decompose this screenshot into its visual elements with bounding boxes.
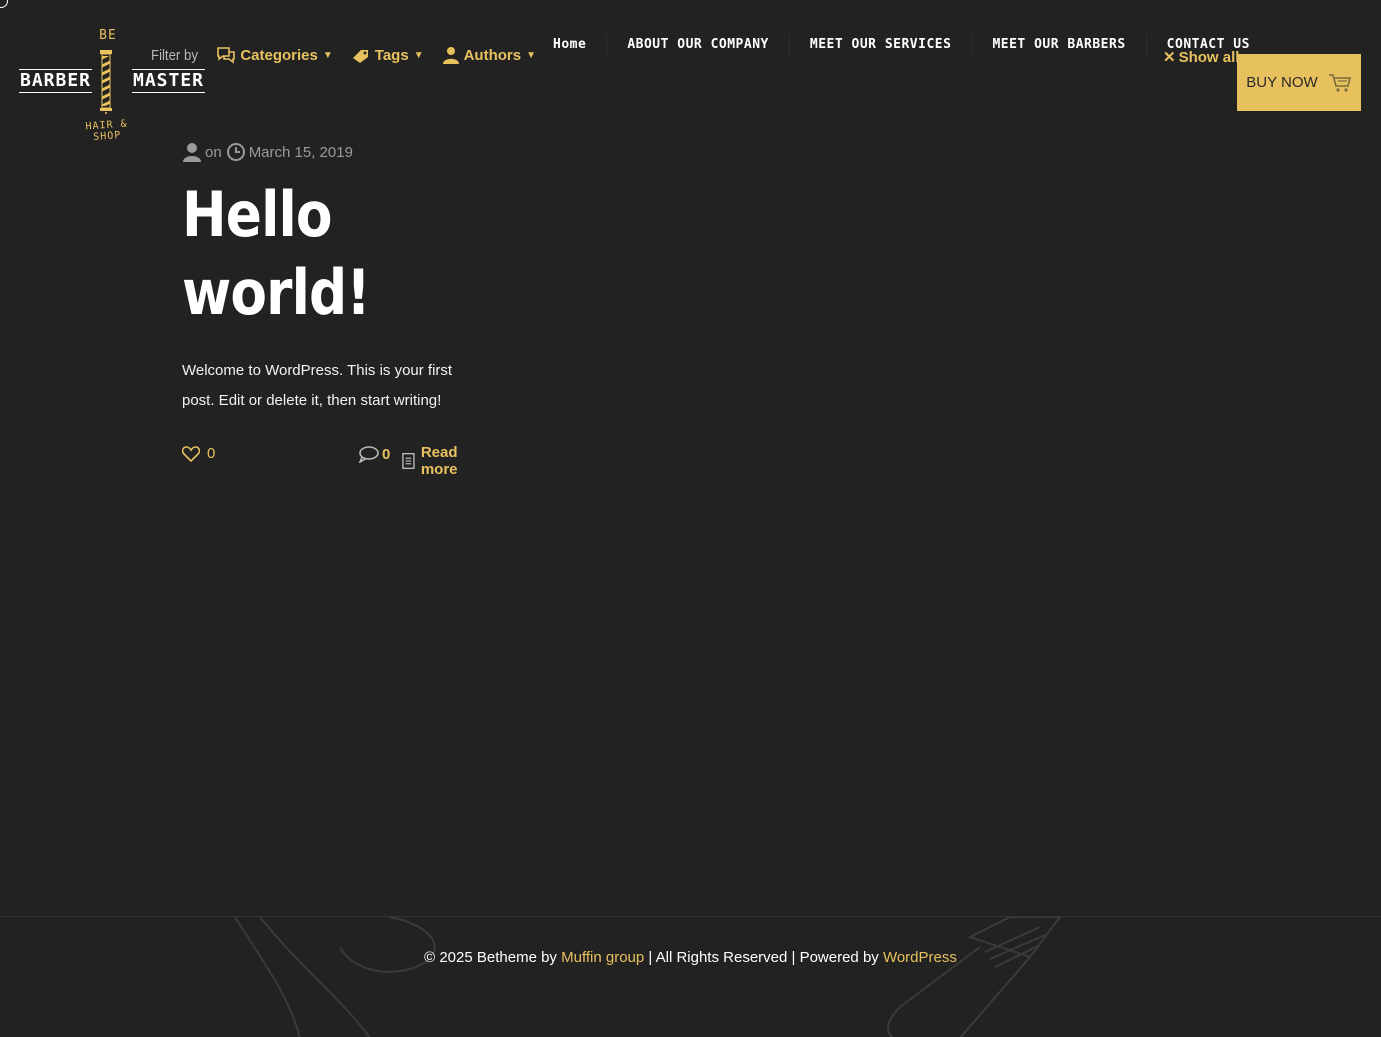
read-more-link[interactable]: Read more [402,444,492,478]
nav-item-home[interactable]: Home [533,34,608,56]
cart-icon [1328,73,1351,92]
filter-authors-label: Authors [463,46,522,64]
filter-categories-label: Categories [240,46,318,64]
user-icon [442,47,459,64]
post-title-line1: Hello [182,178,333,251]
post-meta-on: on [205,143,222,161]
logo-tagline: HAIR & SHOP [85,118,129,143]
post-title-line2: world! [182,256,371,329]
page: BE BARBER MASTER HAIR & SHOP Filter by C… [0,0,1381,1037]
post-excerpt: Welcome to WordPress. This is your first… [182,362,453,409]
logo-word-barber: BARBER [19,69,93,93]
nav-item-services[interactable]: MEET OUR SERVICES [790,34,973,56]
post-filter: Filter by Categories ▼ Tags ▼ Authors ▼ [151,46,554,64]
user-icon [183,143,201,162]
corner-indicator [0,0,8,8]
show-all-label: Show all [1178,48,1240,66]
site-logo[interactable]: BE BARBER MASTER HAIR & SHOP [18,28,206,143]
post-footer: 0 0 Read more [182,442,492,478]
document-icon [402,452,415,470]
post-date[interactable]: March 15, 2019 [249,144,353,161]
filter-categories[interactable]: Categories ▼ [216,46,333,64]
nav-item-barbers[interactable]: MEET OUR BARBERS [972,34,1147,56]
heart-icon [182,445,200,462]
barber-pole-icon [100,50,112,114]
post-title[interactable]: Hello world! [182,176,509,332]
chevron-down-icon: ▼ [413,49,424,61]
like-count: 0 [207,445,216,462]
filter-tags-label: Tags [374,46,409,64]
copyright-middle: | All Rights Reserved | Powered by [644,949,883,966]
read-more-label: Read more [420,444,458,478]
show-all-link[interactable]: ✕ Show all [1163,48,1240,67]
buy-now-label: BUY NOW [1246,74,1318,91]
comment-icon [358,446,379,463]
copyright-prefix: © 2025 Betheme by [424,949,562,966]
site-footer: © 2025 Betheme by Muffin group | All Rig… [0,916,1381,1037]
main-nav: Home ABOUT OUR COMPANY MEET OUR SERVICES… [533,34,1270,56]
filter-authors[interactable]: Authors ▼ [442,46,536,64]
chevron-down-icon: ▼ [322,49,333,61]
footer-copyright: © 2025 Betheme by Muffin group | All Rig… [0,949,1381,966]
clock-icon [226,143,245,161]
close-icon: ✕ [1163,49,1176,66]
filter-label: Filter by [151,46,198,64]
comments-link[interactable]: 0 [358,445,390,463]
buy-now-button[interactable]: BUY NOW [1237,54,1361,111]
tag-icon [352,50,368,63]
muffin-group-link[interactable]: Muffin group [561,949,644,966]
post-meta: on March 15, 2019 [182,140,502,164]
comment-count: 0 [382,445,391,463]
filter-tags[interactable]: Tags ▼ [351,46,424,64]
logo-word-master: MASTER [132,69,206,93]
like-button[interactable]: 0 [182,445,215,462]
blog-post: on March 15, 2019 Hello world! Welcome t… [182,140,502,478]
wordpress-link[interactable]: WordPress [883,949,957,966]
chat-bubbles-icon [217,47,236,64]
logo-be-text: BE [99,28,117,43]
nav-item-about[interactable]: ABOUT OUR COMPANY [607,34,790,56]
footer-background-art [234,917,1062,1037]
